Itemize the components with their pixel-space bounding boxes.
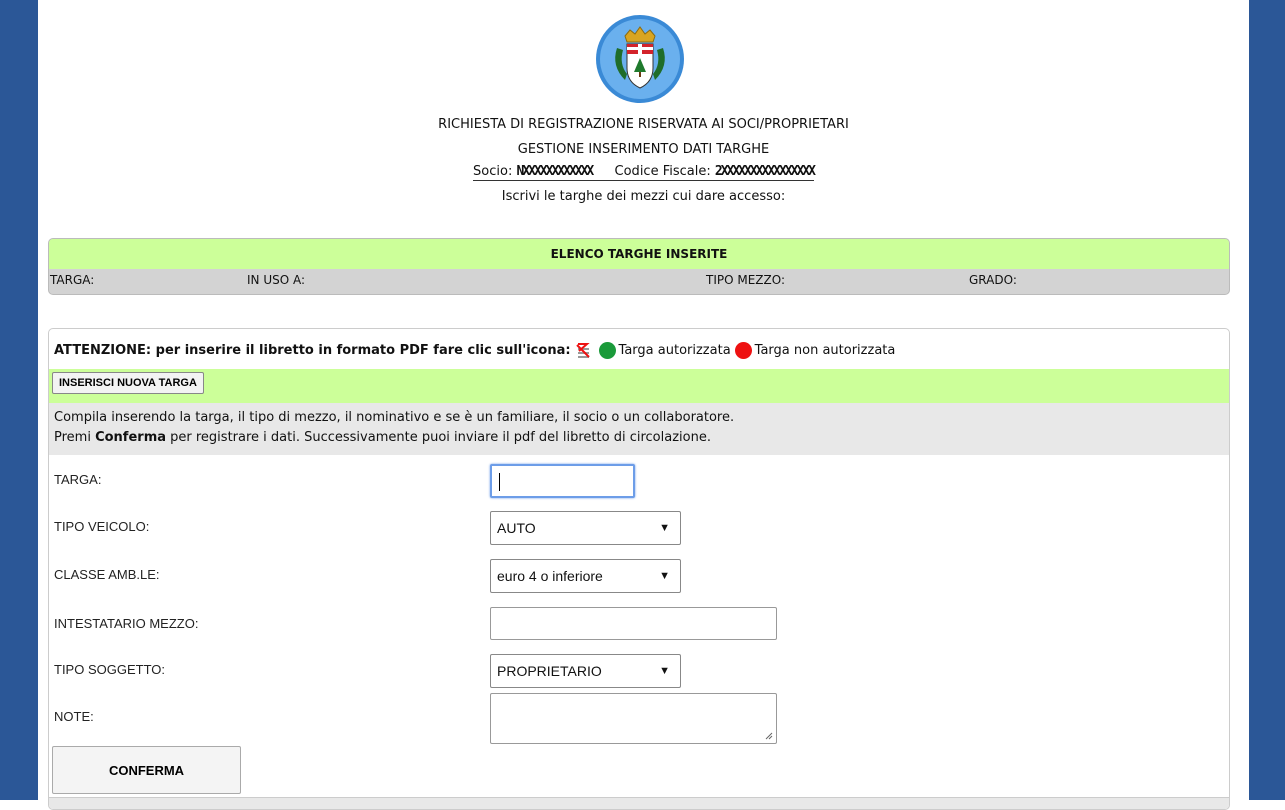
plate-list-header-row: TARGA: IN USO A: TIPO MEZZO: GRADO: xyxy=(49,269,1229,293)
page-title: RICHIESTA DI REGISTRAZIONE RISERVATA AI … xyxy=(438,117,849,132)
dropdown-arrow-icon: ▼ xyxy=(659,522,670,534)
new-plate-bar: INSERISCI NUOVA TARGA xyxy=(49,369,1229,403)
page-content: RICHIESTA DI REGISTRAZIONE RISERVATA AI … xyxy=(38,0,1249,810)
tipo-veicolo-select[interactable]: AUTO ▼ xyxy=(490,511,681,545)
codice-fiscale-label: Codice Fiscale: xyxy=(614,164,711,179)
column-in-uso-a: IN USO A: xyxy=(247,273,306,287)
intestatario-input[interactable] xyxy=(490,607,777,640)
not-authorized-label: Targa non autorizzata xyxy=(754,343,896,358)
authorized-dot-icon xyxy=(598,342,616,359)
info-panel: Compila inserendo la targa, il tipo di m… xyxy=(49,403,1229,455)
resize-grip-icon[interactable] xyxy=(765,732,773,740)
right-side-bar xyxy=(1249,0,1285,800)
classe-ambientale-label: CLASSE AMB.LE: xyxy=(54,567,160,582)
not-authorized-dot-icon xyxy=(734,342,752,359)
pdf-icon xyxy=(575,342,590,358)
socio-value: NXXXXXXXXXXXX xyxy=(516,164,595,179)
socio-info: Socio: NXXXXXXXXXXXX Codice Fiscale: 2XX… xyxy=(38,163,1249,181)
tipo-veicolo-label: TIPO VEICOLO: xyxy=(54,519,150,534)
column-grado: GRADO: xyxy=(969,273,1017,287)
column-tipo-mezzo: TIPO MEZZO: xyxy=(706,273,786,287)
info-line-1: Compila inserendo la targa, il tipo di m… xyxy=(54,410,735,425)
municipal-crest-logo xyxy=(596,15,684,103)
bottom-divider xyxy=(49,797,1229,809)
attention-notice: ATTENZIONE: per inserire il libretto in … xyxy=(54,342,895,359)
dropdown-arrow-icon: ▼ xyxy=(659,665,670,677)
plate-form-panel: ATTENZIONE: per inserire il libretto in … xyxy=(48,328,1230,810)
plate-list-title: ELENCO TARGHE INSERITE xyxy=(49,239,1229,269)
note-textarea[interactable] xyxy=(490,693,777,744)
dropdown-arrow-icon: ▼ xyxy=(659,570,670,582)
info-line-2: Premi Conferma per registrare i dati. Su… xyxy=(54,430,711,445)
authorized-label: Targa autorizzata xyxy=(618,343,731,358)
page-subtitle: GESTIONE INSERIMENTO DATI TARGHE xyxy=(517,142,770,157)
left-side-bar xyxy=(0,0,38,800)
new-plate-button[interactable]: INSERISCI NUOVA TARGA xyxy=(52,372,204,394)
plate-list-table: ELENCO TARGHE INSERITE TARGA: IN USO A: … xyxy=(48,238,1230,295)
socio-label: Socio: xyxy=(473,164,513,179)
tipo-soggetto-label: TIPO SOGGETTO: xyxy=(54,662,165,677)
column-targa: TARGA: xyxy=(50,273,95,287)
tipo-soggetto-select[interactable]: PROPRIETARIO ▼ xyxy=(490,654,681,688)
note-label: NOTE: xyxy=(54,709,94,724)
targa-label: TARGA: xyxy=(54,472,102,487)
classe-ambientale-select[interactable]: euro 4 o inferiore ▼ xyxy=(490,559,681,593)
instruction-text: Iscrivi le targhe dei mezzi cui dare acc… xyxy=(501,189,786,204)
text-caret xyxy=(499,473,500,491)
targa-input[interactable] xyxy=(490,464,635,498)
confirm-button[interactable]: CONFERMA xyxy=(52,746,241,794)
attention-text: ATTENZIONE: per inserire il libretto in … xyxy=(54,343,571,358)
intestatario-label: INTESTATARIO MEZZO: xyxy=(54,616,199,631)
codice-fiscale-value: 2XXXXXXXXXXXXXXXX xyxy=(714,164,816,179)
confirm-word: Conferma xyxy=(95,430,167,445)
